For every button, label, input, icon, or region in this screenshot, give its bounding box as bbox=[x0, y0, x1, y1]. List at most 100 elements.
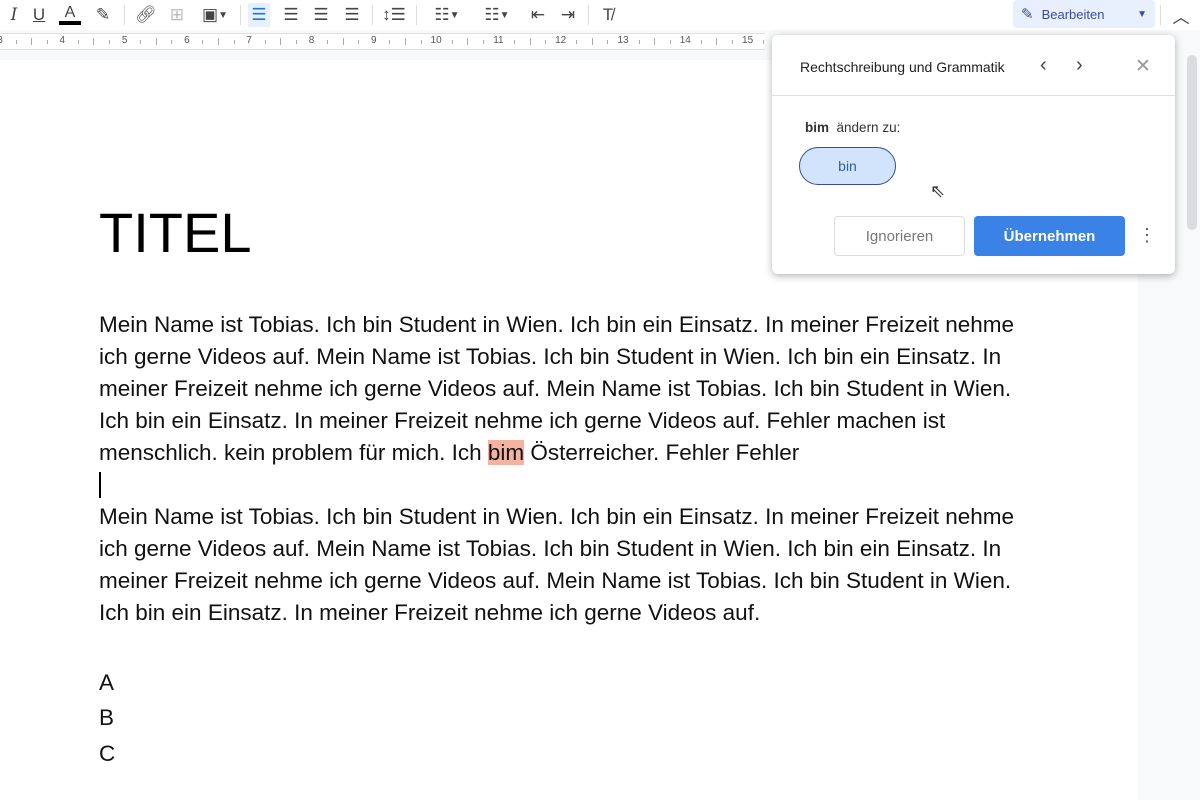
ruler-tick bbox=[576, 40, 578, 44]
text-line: ich gerne Videos auf. Mein Name ist Tobi… bbox=[99, 344, 1002, 369]
dialog-title: Rechtschreibung und Grammatik bbox=[800, 59, 1005, 75]
change-prompt: bim ändern zu: bbox=[805, 120, 900, 135]
ruler-tick bbox=[46, 40, 48, 44]
ruler-tick bbox=[420, 40, 422, 44]
align-justify-button[interactable]: ☰ bbox=[341, 3, 363, 27]
mode-label: Bearbeiten bbox=[1041, 6, 1105, 22]
close-icon[interactable]: ✕ bbox=[1135, 55, 1151, 78]
italic-button[interactable]: I bbox=[4, 3, 24, 27]
numbered-list-button[interactable]: ☷ ▼ bbox=[426, 3, 468, 27]
image-icon[interactable]: ▣ ▼ bbox=[196, 3, 234, 27]
text-color-button[interactable]: A bbox=[58, 3, 82, 27]
ruler-tick bbox=[545, 40, 547, 44]
wrong-word: bim bbox=[805, 120, 830, 135]
scrollbar[interactable] bbox=[1187, 55, 1197, 230]
list-item: C bbox=[99, 741, 116, 766]
text-line: meiner Freizeit nehme ich gerne Videos a… bbox=[99, 376, 1012, 401]
text-line: Mein Name ist Tobias. Ich bin Student in… bbox=[99, 312, 1015, 337]
caret-down-icon: ▼ bbox=[1137, 8, 1147, 20]
align-left-button[interactable]: ☰ bbox=[248, 3, 270, 27]
ruler-tick bbox=[638, 40, 640, 44]
ruler-tick bbox=[171, 40, 173, 44]
ruler-tick bbox=[669, 40, 671, 44]
editing-mode-button[interactable]: ✎ Bearbeiten ▼ bbox=[1013, 0, 1155, 28]
ruler-tick bbox=[389, 40, 391, 44]
ruler-tick bbox=[607, 40, 609, 44]
ruler-tick bbox=[591, 38, 593, 45]
text-line: Mein Name ist Tobias. Ich bin Student in… bbox=[99, 504, 1015, 529]
ruler-tick bbox=[15, 40, 17, 44]
ruler-number: 3 bbox=[0, 35, 3, 46]
ruler-tick bbox=[327, 40, 329, 44]
change-to-label: ändern zu: bbox=[836, 120, 901, 135]
ruler-number: 11 bbox=[493, 35, 504, 46]
text-segment: Österreicher. Fehler Fehler bbox=[524, 440, 800, 465]
ruler-tick bbox=[404, 38, 406, 45]
previous-icon[interactable]: ‹ bbox=[1040, 54, 1047, 77]
ruler-tick bbox=[529, 38, 531, 45]
pencil-icon: ✎ bbox=[1021, 6, 1034, 23]
misspelled-word[interactable]: bim bbox=[487, 440, 525, 465]
ruler-tick bbox=[295, 40, 297, 44]
increase-indent-icon[interactable]: ⇥ bbox=[557, 3, 579, 27]
accept-button[interactable]: Übernehmen bbox=[974, 216, 1125, 256]
ruler-tick bbox=[155, 38, 157, 45]
underline-button[interactable]: U bbox=[28, 3, 50, 27]
next-icon[interactable]: › bbox=[1076, 54, 1083, 77]
toolbar: I U A ✎ 🔗︎ ⊞ ▣ ▼ ☰ ☰ ☰ ☰ ↕☰ ☷ ▼ ☷ ▼ ⇤ ⇥ … bbox=[0, 0, 1200, 30]
clear-formatting-icon[interactable]: T̸ bbox=[597, 3, 619, 27]
ruler-tick bbox=[233, 40, 235, 44]
ruler-number: 9 bbox=[371, 35, 377, 46]
ruler-tick bbox=[716, 38, 718, 45]
ruler-tick bbox=[77, 40, 79, 44]
ruler-tick bbox=[482, 40, 484, 44]
suggestion-chip[interactable]: bin bbox=[799, 147, 896, 185]
text-line: meiner Freizeit nehme ich gerne Videos a… bbox=[99, 568, 1012, 593]
text-line: Ich bin ein Einsatz. In meiner Freizeit … bbox=[99, 600, 761, 625]
text-line: ich gerne Videos auf. Mein Name ist Tobi… bbox=[99, 536, 1002, 561]
spellcheck-dialog: Rechtschreibung und Grammatik ‹ › ✕ bim … bbox=[772, 35, 1175, 274]
bullet-list-button[interactable]: ☷ ▼ bbox=[476, 3, 518, 27]
ruler-tick bbox=[109, 40, 111, 44]
list-item: A bbox=[99, 670, 115, 695]
ruler-tick bbox=[342, 38, 344, 45]
text-line: menschlich. kein problem für mich. Ich b… bbox=[99, 440, 799, 466]
ruler-tick bbox=[654, 38, 656, 45]
more-options-icon[interactable]: ⋮ bbox=[1138, 225, 1156, 246]
ruler-tick bbox=[93, 38, 95, 45]
ruler-tick bbox=[513, 40, 515, 44]
ruler-number: 8 bbox=[308, 35, 315, 46]
ruler-number: 15 bbox=[742, 35, 754, 46]
ruler-number: 6 bbox=[184, 35, 190, 46]
ruler-number: 5 bbox=[121, 35, 128, 46]
line-spacing-icon[interactable]: ↕☰ bbox=[382, 3, 406, 27]
ruler-number: 10 bbox=[430, 35, 442, 46]
text-line: Ich bin ein Einsatz. In meiner Freizeit … bbox=[99, 408, 946, 433]
ignore-button[interactable]: Ignorieren bbox=[834, 216, 965, 256]
ruler-tick bbox=[358, 40, 360, 44]
ruler-number: 12 bbox=[555, 35, 567, 46]
ruler[interactable]: 3 4 5 6 7 8 9 10 11 12 13 14 15 bbox=[0, 33, 796, 50]
text-cursor bbox=[99, 472, 101, 498]
ruler-number: 14 bbox=[679, 35, 691, 46]
decrease-indent-icon[interactable]: ⇤ bbox=[527, 3, 549, 27]
document-title: TITEL bbox=[99, 201, 252, 264]
mouse-cursor-icon: ⇖ bbox=[930, 181, 946, 201]
link-icon[interactable]: 🔗︎ bbox=[134, 3, 158, 27]
ruler-tick bbox=[451, 40, 453, 44]
highlight-icon[interactable]: ✎ bbox=[92, 3, 114, 27]
ruler-number: 7 bbox=[246, 35, 252, 46]
ruler-tick bbox=[280, 38, 282, 45]
ruler-tick bbox=[732, 40, 734, 44]
ruler-number: 13 bbox=[617, 35, 629, 46]
ruler-tick bbox=[763, 40, 765, 44]
ruler-tick bbox=[202, 40, 204, 44]
collapse-menu-icon[interactable]: ︿ bbox=[1170, 3, 1192, 27]
divider bbox=[772, 95, 1175, 96]
align-center-button[interactable]: ☰ bbox=[280, 3, 302, 27]
ruler-tick bbox=[31, 38, 33, 45]
align-right-button[interactable]: ☰ bbox=[310, 3, 332, 27]
comment-icon[interactable]: ⊞ bbox=[166, 3, 188, 27]
ruler-number: 4 bbox=[59, 35, 66, 46]
text-segment: menschlich. kein problem für mich. Ich bbox=[99, 440, 488, 465]
